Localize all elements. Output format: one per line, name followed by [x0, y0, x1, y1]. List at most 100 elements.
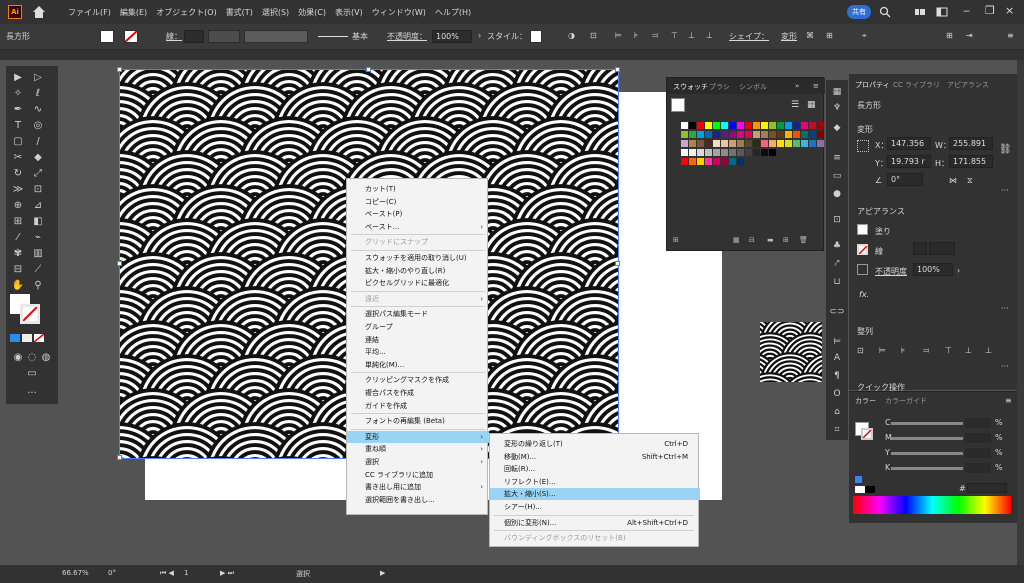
- fx-label[interactable]: fx.: [859, 290, 869, 299]
- rotation-angle[interactable]: 0°: [108, 569, 116, 577]
- color-swatch[interactable]: [729, 122, 736, 129]
- opacity-label[interactable]: 不透明度：: [387, 31, 427, 42]
- color-swatch[interactable]: [817, 122, 824, 129]
- gradient-tool-icon[interactable]: ◧: [30, 214, 46, 228]
- export-panel-icon[interactable]: ⤤: [831, 258, 843, 269]
- selection-tool-icon[interactable]: ▶: [10, 70, 26, 84]
- color-swatch[interactable]: [801, 131, 808, 138]
- context-menu-item[interactable]: ペースト(P): [347, 208, 489, 220]
- lasso-tool-icon[interactable]: ℓ: [30, 86, 46, 100]
- context-menu-item[interactable]: ガイドを作成: [347, 400, 489, 412]
- share-button[interactable]: 共有: [847, 5, 871, 19]
- color-swatch[interactable]: [793, 140, 800, 147]
- submenu-item[interactable]: 個別に変形(N)... Alt+Shift+Ctrl+D: [490, 517, 700, 529]
- color-swatch[interactable]: [785, 131, 792, 138]
- context-menu-item[interactable]: 平均...: [347, 346, 489, 358]
- isolate-icon[interactable]: ⌘: [806, 31, 814, 40]
- stroke-swatch[interactable]: [857, 244, 868, 255]
- envelope-icon[interactable]: ⊞: [826, 31, 833, 40]
- color-swatch[interactable]: [681, 158, 688, 165]
- color-swatch[interactable]: [753, 122, 760, 129]
- menu-item[interactable]: 書式(T): [226, 7, 253, 18]
- align-bottom-icon[interactable]: ⊥: [985, 346, 992, 355]
- color-swatch[interactable]: [793, 122, 800, 129]
- channel-value-field[interactable]: [965, 418, 991, 428]
- context-menu-item[interactable]: フォントの再編集 (Beta): [347, 415, 489, 427]
- panel-menu-icon[interactable]: ⇥: [966, 31, 973, 40]
- color-swatch[interactable]: [681, 131, 688, 138]
- color-swatch[interactable]: [729, 140, 736, 147]
- color-swatch[interactable]: [777, 131, 784, 138]
- channel-slider[interactable]: [891, 467, 963, 470]
- transform-label[interactable]: 変形: [781, 31, 797, 42]
- context-menu-item[interactable]: 拡大・縮小のやり直し(R): [347, 265, 489, 277]
- menu-item[interactable]: 表示(V): [335, 7, 363, 18]
- blend-tool-icon[interactable]: ⌁: [30, 230, 46, 244]
- puppet-warp-icon[interactable]: ⌖: [862, 31, 867, 41]
- context-menu-item[interactable]: 単純化(M)...: [347, 359, 489, 371]
- color-swatch[interactable]: [713, 140, 720, 147]
- color-swatch[interactable]: [705, 149, 712, 156]
- workspace-icon[interactable]: [936, 6, 948, 18]
- rectangle-tool-icon[interactable]: ▢: [10, 134, 26, 148]
- context-menu-item[interactable]: クリッピングマスクを作成: [347, 374, 489, 386]
- angle-field[interactable]: 0°: [887, 173, 923, 186]
- context-menu-item[interactable]: 書き出し用に追加 ›: [347, 481, 489, 493]
- color-swatch[interactable]: [777, 140, 784, 147]
- color-swatch[interactable]: [713, 158, 720, 165]
- stroke-weight-field[interactable]: [929, 242, 955, 255]
- color-swatch[interactable]: [769, 131, 776, 138]
- w-field[interactable]: 255.891: [949, 137, 993, 150]
- swatch-library-menu-icon[interactable]: ⊞: [673, 236, 679, 244]
- artboard-tool-icon[interactable]: ⊟: [10, 262, 26, 276]
- stroke-label[interactable]: 線：: [166, 31, 182, 42]
- context-menu-item[interactable]: コピー(C): [347, 196, 489, 208]
- libraries-panel-icon[interactable]: ♆: [831, 102, 843, 113]
- type-tool-icon[interactable]: T: [10, 118, 26, 132]
- menu-item[interactable]: ヘルプ(H): [435, 7, 471, 18]
- context-menu-item[interactable]: 選択パス編集モード: [347, 308, 489, 320]
- color-swatch[interactable]: [745, 149, 752, 156]
- context-menu-item[interactable]: ペースト... ›: [347, 221, 489, 233]
- reference-point-icon[interactable]: [857, 140, 869, 152]
- curvature-tool-icon[interactable]: ∿: [30, 102, 46, 116]
- color-swatch[interactable]: [681, 122, 688, 129]
- thumbnail-view-icon[interactable]: ▦: [807, 100, 816, 110]
- artboard-number[interactable]: 1: [184, 569, 188, 577]
- color-swatch[interactable]: [681, 140, 688, 147]
- gradient-panel-icon[interactable]: ▭: [831, 170, 843, 181]
- close-icon[interactable]: ×: [1005, 4, 1014, 17]
- paintbrush-tool-icon[interactable]: /: [30, 134, 46, 148]
- opacity-field[interactable]: 100%: [913, 263, 953, 276]
- stroke-color-preview[interactable]: [861, 428, 873, 440]
- context-menu-item[interactable]: 複合パスを作成: [347, 387, 489, 399]
- color-swatch[interactable]: [729, 149, 736, 156]
- panel-collapse-icon[interactable]: »: [795, 82, 799, 90]
- artboards-panel-icon[interactable]: ⊡: [831, 214, 843, 225]
- channel-value-field[interactable]: [965, 448, 991, 458]
- y-field[interactable]: 19.793 r: [887, 155, 931, 168]
- ellipse-tool-icon[interactable]: ◎: [30, 118, 46, 132]
- align-top-icon[interactable]: ⊤: [671, 31, 678, 40]
- color-swatch[interactable]: [761, 149, 768, 156]
- stroke-label[interactable]: 線: [875, 246, 883, 257]
- fill-swatch[interactable]: [100, 30, 114, 43]
- color-swatch[interactable]: [737, 122, 744, 129]
- align-panel-icon[interactable]: ⊨: [831, 336, 843, 347]
- context-menu-item[interactable]: 連結: [347, 334, 489, 346]
- color-swatch[interactable]: [785, 140, 792, 147]
- slice-tool-icon[interactable]: ⟋: [30, 262, 46, 276]
- color-swatch[interactable]: [737, 140, 744, 147]
- links-panel-icon[interactable]: ⊂⊃: [829, 306, 844, 317]
- color-swatch[interactable]: [721, 122, 728, 129]
- context-menu-item[interactable]: 重ね順 ›: [347, 443, 489, 455]
- color-swatch[interactable]: [809, 131, 816, 138]
- more-appearance-icon[interactable]: ···: [1001, 304, 1009, 313]
- color-swatch[interactable]: [721, 140, 728, 147]
- tabs-panel-icon[interactable]: ⌗: [831, 424, 843, 435]
- gradient-mode-icon[interactable]: [22, 334, 32, 342]
- color-swatch[interactable]: [697, 131, 704, 138]
- color-swatch[interactable]: [761, 131, 768, 138]
- context-menu-item[interactable]: CC ライブラリに追加: [347, 469, 489, 481]
- menu-item[interactable]: ウィンドウ(W): [372, 7, 426, 18]
